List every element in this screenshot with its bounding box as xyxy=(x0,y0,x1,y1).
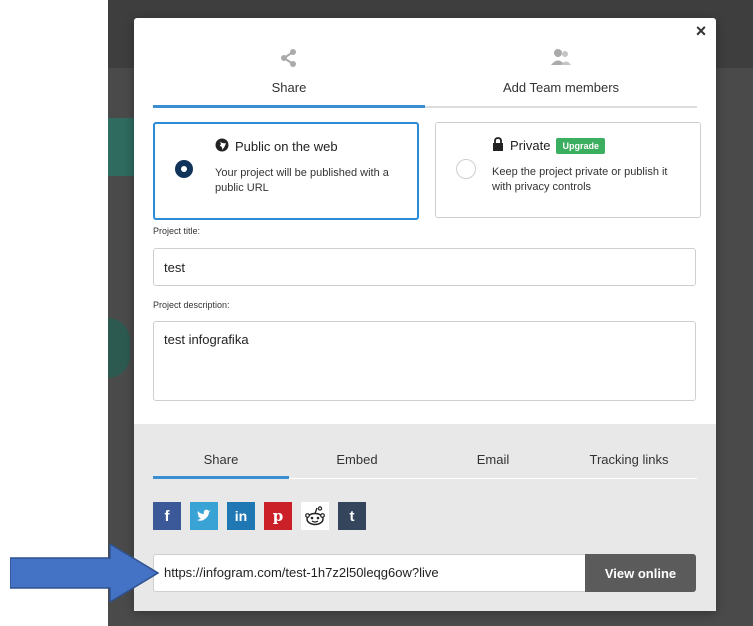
private-option-header: Private Upgrade xyxy=(492,137,605,154)
public-option-header: Public on the web xyxy=(215,138,338,155)
linkedin-icon[interactable]: in xyxy=(227,502,255,530)
tumblr-icon[interactable]: t xyxy=(338,502,366,530)
tab-add-team-members-label: Add Team members xyxy=(502,80,620,95)
project-description-label: Project description: xyxy=(153,300,230,310)
tab-share-label: Share xyxy=(271,80,307,95)
lock-icon xyxy=(492,137,504,154)
private-option[interactable]: Private Upgrade Keep the project private… xyxy=(435,122,701,218)
tab-tracking-links[interactable]: Tracking links xyxy=(561,442,697,478)
public-option[interactable]: Public on the web Your project will be p… xyxy=(153,122,419,220)
share-modal: × Share Add Team members Public on the w… xyxy=(134,18,716,611)
share-footer: Share Embed Email Tracking links f in p xyxy=(134,424,716,611)
project-title-input[interactable]: test xyxy=(153,248,696,286)
facebook-icon[interactable]: f xyxy=(153,502,181,530)
public-option-title: Public on the web xyxy=(235,139,338,154)
pinterest-icon[interactable]: p xyxy=(264,502,292,530)
backdrop-accent xyxy=(108,118,136,176)
twitter-icon[interactable] xyxy=(190,502,218,530)
share-tabs: Share Embed Email Tracking links xyxy=(153,442,697,479)
private-radio[interactable] xyxy=(456,159,476,179)
share-url-row: https://infogram.com/test-1h7z2l50leqg6o… xyxy=(153,554,696,592)
upgrade-badge[interactable]: Upgrade xyxy=(556,137,605,154)
public-option-description: Your project will be published with a pu… xyxy=(215,167,389,194)
project-title-label: Project title: xyxy=(153,226,201,236)
private-option-title: Private xyxy=(510,138,551,153)
annotation-arrow-icon xyxy=(9,542,160,607)
view-online-button[interactable]: View online xyxy=(585,554,696,592)
tab-share[interactable]: Share xyxy=(153,42,425,108)
reddit-icon[interactable] xyxy=(301,502,329,530)
tab-embed[interactable]: Embed xyxy=(289,442,425,478)
close-icon[interactable]: × xyxy=(692,22,710,40)
backdrop-accent-2 xyxy=(108,318,130,378)
tab-add-team-members[interactable]: Add Team members xyxy=(425,42,697,106)
tab-email[interactable]: Email xyxy=(425,442,561,478)
share-icon xyxy=(153,48,425,68)
share-url-input[interactable]: https://infogram.com/test-1h7z2l50leqg6o… xyxy=(153,554,585,592)
social-buttons: f in p t xyxy=(153,502,366,530)
tab-share-links[interactable]: Share xyxy=(153,442,289,479)
private-option-description: Keep the project private or publish it w… xyxy=(492,166,668,193)
project-description-input[interactable]: test infografika xyxy=(153,321,696,401)
globe-icon xyxy=(215,138,229,155)
team-members-icon xyxy=(425,48,697,66)
public-radio[interactable] xyxy=(175,160,193,178)
modal-tabs: Share Add Team members xyxy=(153,42,697,108)
